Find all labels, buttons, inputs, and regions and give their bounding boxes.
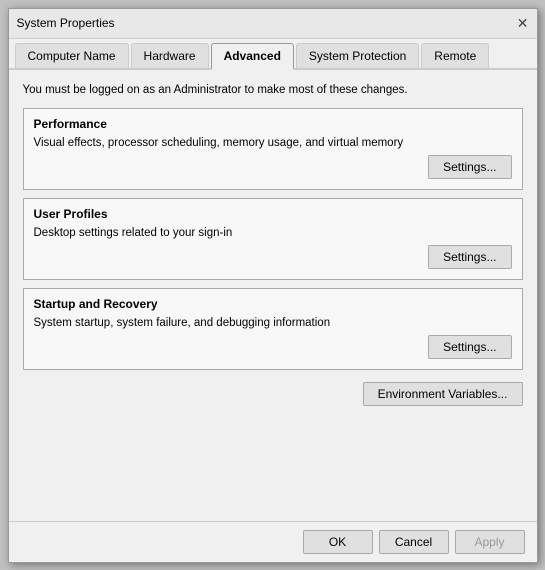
startup-recovery-section: Startup and Recovery System startup, sys… <box>23 288 523 370</box>
admin-notice: You must be logged on as an Administrato… <box>23 82 523 100</box>
performance-section: Performance Visual effects, processor sc… <box>23 108 523 190</box>
cancel-button[interactable]: Cancel <box>379 530 449 554</box>
startup-recovery-label: Startup and Recovery <box>34 297 512 311</box>
system-properties-window: System Properties ✕ Computer Name Hardwa… <box>8 8 538 563</box>
tab-advanced[interactable]: Advanced <box>211 43 294 70</box>
apply-button[interactable]: Apply <box>455 530 525 554</box>
user-profiles-label: User Profiles <box>34 207 512 221</box>
tab-content: You must be logged on as an Administrato… <box>9 70 537 521</box>
user-profiles-section: User Profiles Desktop settings related t… <box>23 198 523 280</box>
startup-recovery-desc: System startup, system failure, and debu… <box>34 317 512 329</box>
ok-button[interactable]: OK <box>303 530 373 554</box>
user-profiles-desc: Desktop settings related to your sign-in <box>34 227 512 239</box>
performance-label: Performance <box>34 117 512 131</box>
user-profiles-settings-button[interactable]: Settings... <box>428 245 511 269</box>
performance-settings-button[interactable]: Settings... <box>428 155 511 179</box>
window-title: System Properties <box>17 16 115 30</box>
environment-variables-button[interactable]: Environment Variables... <box>363 382 523 406</box>
title-bar: System Properties ✕ <box>9 9 537 39</box>
env-row: Environment Variables... <box>23 382 523 406</box>
tab-hardware[interactable]: Hardware <box>131 43 209 68</box>
startup-recovery-settings-button[interactable]: Settings... <box>428 335 511 359</box>
close-button[interactable]: ✕ <box>517 16 529 30</box>
tab-remote[interactable]: Remote <box>421 43 489 68</box>
performance-desc: Visual effects, processor scheduling, me… <box>34 137 512 149</box>
tab-computer-name[interactable]: Computer Name <box>15 43 129 68</box>
bottom-bar: OK Cancel Apply <box>9 521 537 562</box>
tab-bar: Computer Name Hardware Advanced System P… <box>9 39 537 70</box>
tab-system-protection[interactable]: System Protection <box>296 43 419 68</box>
